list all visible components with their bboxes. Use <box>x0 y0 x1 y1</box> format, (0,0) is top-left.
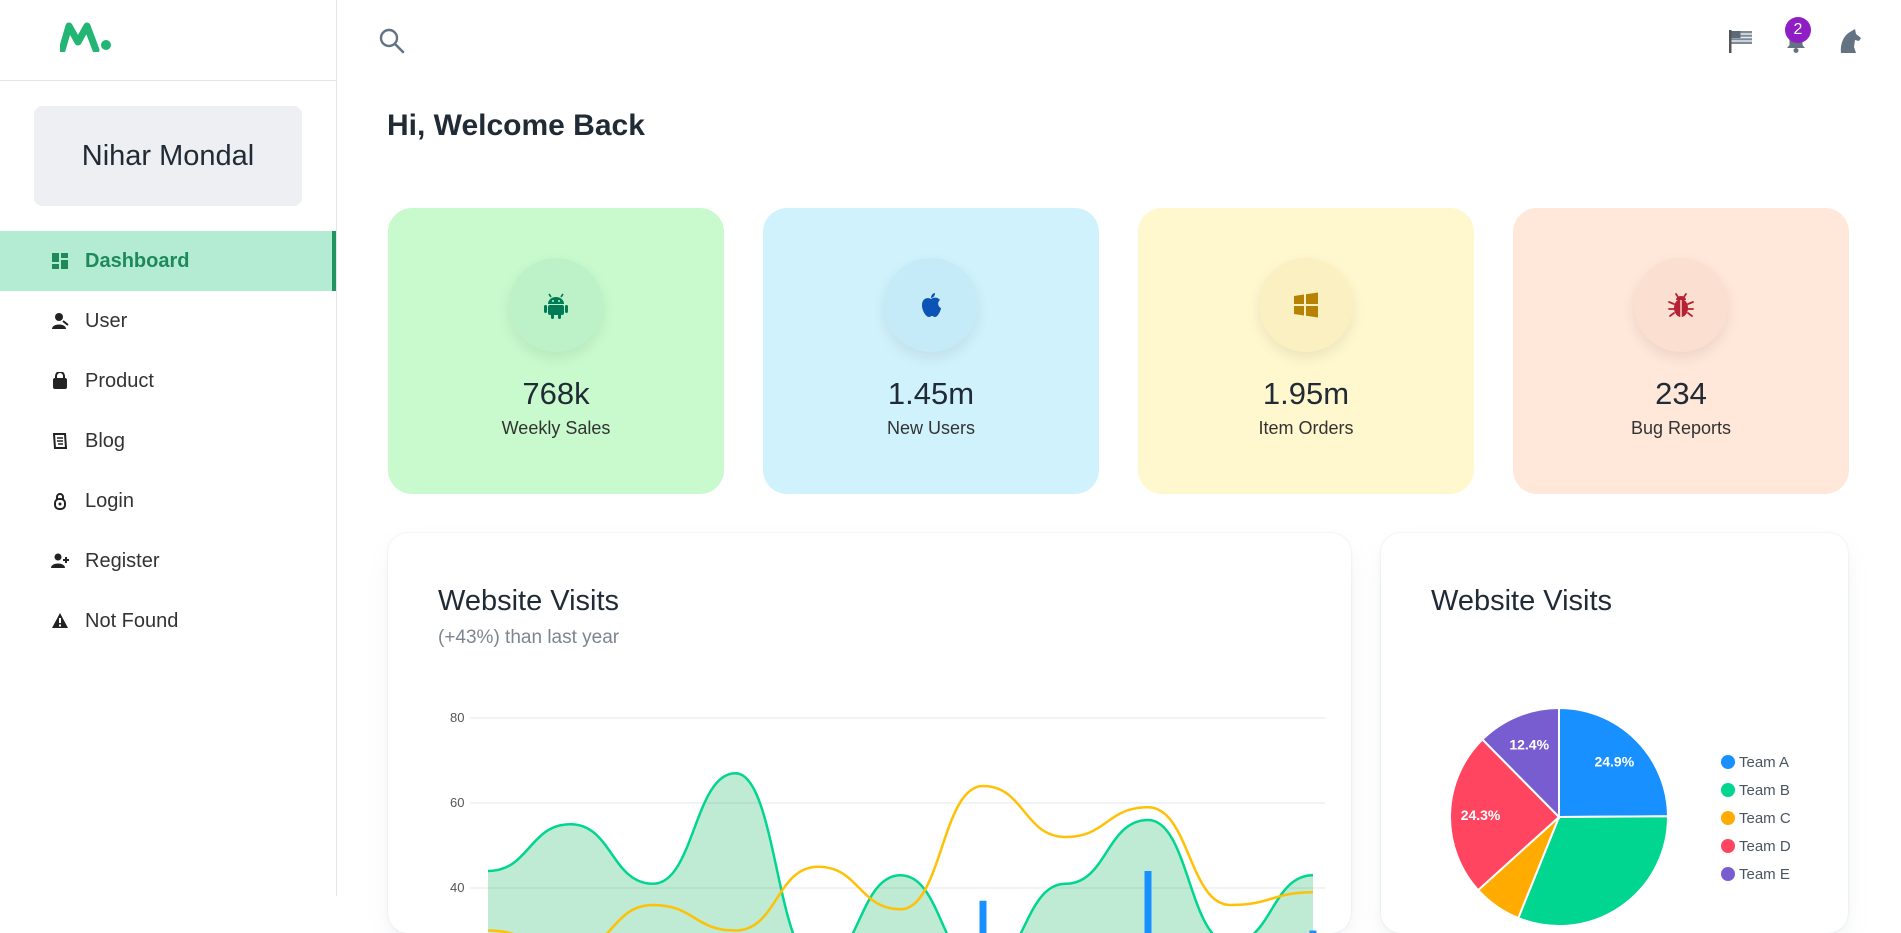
legend-marker <box>1721 811 1735 825</box>
sidebar-item-label: Not Found <box>85 610 178 633</box>
legend-item[interactable]: Team B <box>1721 780 1790 800</box>
page-title: Hi, Welcome Back <box>387 109 645 143</box>
legend-item[interactable]: Team A <box>1721 752 1789 772</box>
sidebar-item-product[interactable]: Product <box>0 351 336 411</box>
sidebar-header <box>0 0 336 81</box>
sidebar-item-not-found[interactable]: Not Found <box>0 591 336 651</box>
sidebar-item-label: User <box>85 310 127 333</box>
stat-value: 234 <box>1513 376 1849 412</box>
legend-marker <box>1721 839 1735 853</box>
legend-item[interactable]: Team C <box>1721 808 1791 828</box>
android-icon <box>509 258 603 352</box>
y-tick-label: 60 <box>450 795 464 810</box>
y-tick-label: 80 <box>450 710 464 725</box>
pie-slice-label: 12.4% <box>1509 736 1549 752</box>
pie-slice-label: 24.3% <box>1461 807 1501 823</box>
legend-label: Team B <box>1739 782 1790 799</box>
sidebar-item-label: Dashboard <box>85 250 189 273</box>
bug-icon <box>1634 258 1728 352</box>
legend-marker <box>1721 867 1735 881</box>
pie-slice-label: 24.9% <box>1594 753 1634 769</box>
stat-label: Bug Reports <box>1513 418 1849 439</box>
account-avatar-icon[interactable] <box>1834 25 1866 57</box>
website-visits-pie-chart: 24.9% 24.3% 12.4% <box>1381 533 1711 933</box>
legend-label: Team D <box>1739 838 1791 855</box>
stat-label: Weekly Sales <box>388 418 724 439</box>
website-visits-pie-card: Website Visits 24.9%24.3%12.4% Team ATea… <box>1381 533 1848 933</box>
user-icon <box>50 311 70 331</box>
website-visits-chart: 40 60 80 <box>388 533 1351 933</box>
apple-icon <box>884 258 978 352</box>
shopping-bag-icon <box>50 371 70 391</box>
sidebar-item-label: Blog <box>85 430 125 453</box>
legend-marker <box>1721 783 1735 797</box>
sidebar-item-dashboard[interactable]: Dashboard <box>0 231 336 291</box>
sidebar-item-blog[interactable]: Blog <box>0 411 336 471</box>
website-visits-chart-card: Website Visits (+43%) than last year 406… <box>388 533 1351 933</box>
sidebar-item-user[interactable]: User <box>0 291 336 351</box>
y-tick-label: 40 <box>450 880 464 895</box>
new-users-card: 1.45m New Users <box>763 208 1099 494</box>
add-user-icon <box>50 551 70 571</box>
account-card[interactable]: Nihar Mondal <box>34 106 302 206</box>
notification-count-badge: 2 <box>1785 17 1811 43</box>
bar-mark <box>1145 871 1152 933</box>
windows-icon <box>1259 258 1353 352</box>
language-flag-icon[interactable] <box>1725 25 1757 57</box>
stat-value: 1.95m <box>1138 376 1474 412</box>
bar-mark <box>980 901 987 933</box>
sidebar-item-label: Login <box>85 490 134 513</box>
stat-label: New Users <box>763 418 1099 439</box>
sidebar-item-label: Product <box>85 370 154 393</box>
blog-icon <box>50 431 70 451</box>
bug-reports-card: 234 Bug Reports <box>1513 208 1849 494</box>
topbar <box>337 0 1901 80</box>
item-orders-card: 1.95m Item Orders <box>1138 208 1474 494</box>
sidebar-item-register[interactable]: Register <box>0 531 336 591</box>
search-icon[interactable] <box>377 26 407 56</box>
sidebar-item-label: Register <box>85 550 159 573</box>
weekly-sales-card: 768k Weekly Sales <box>388 208 724 494</box>
legend-label: Team E <box>1739 866 1790 883</box>
legend-item[interactable]: Team D <box>1721 836 1791 856</box>
legend-marker <box>1721 755 1735 769</box>
legend-label: Team C <box>1739 810 1791 827</box>
warning-icon <box>50 611 70 631</box>
dashboard-icon <box>50 251 70 271</box>
legend-item[interactable]: Team E <box>1721 864 1790 884</box>
stat-label: Item Orders <box>1138 418 1474 439</box>
stat-value: 768k <box>388 376 724 412</box>
logo-icon[interactable] <box>60 22 112 52</box>
stat-value: 1.45m <box>763 376 1099 412</box>
account-name: Nihar Mondal <box>82 140 254 173</box>
legend-label: Team A <box>1739 754 1789 771</box>
sidebar-item-login[interactable]: Login <box>0 471 336 531</box>
lock-icon <box>50 491 70 511</box>
nav-menu: Dashboard User Product Blog Login <box>0 231 336 651</box>
sidebar: Nihar Mondal Dashboard User Product Blog <box>0 0 337 896</box>
